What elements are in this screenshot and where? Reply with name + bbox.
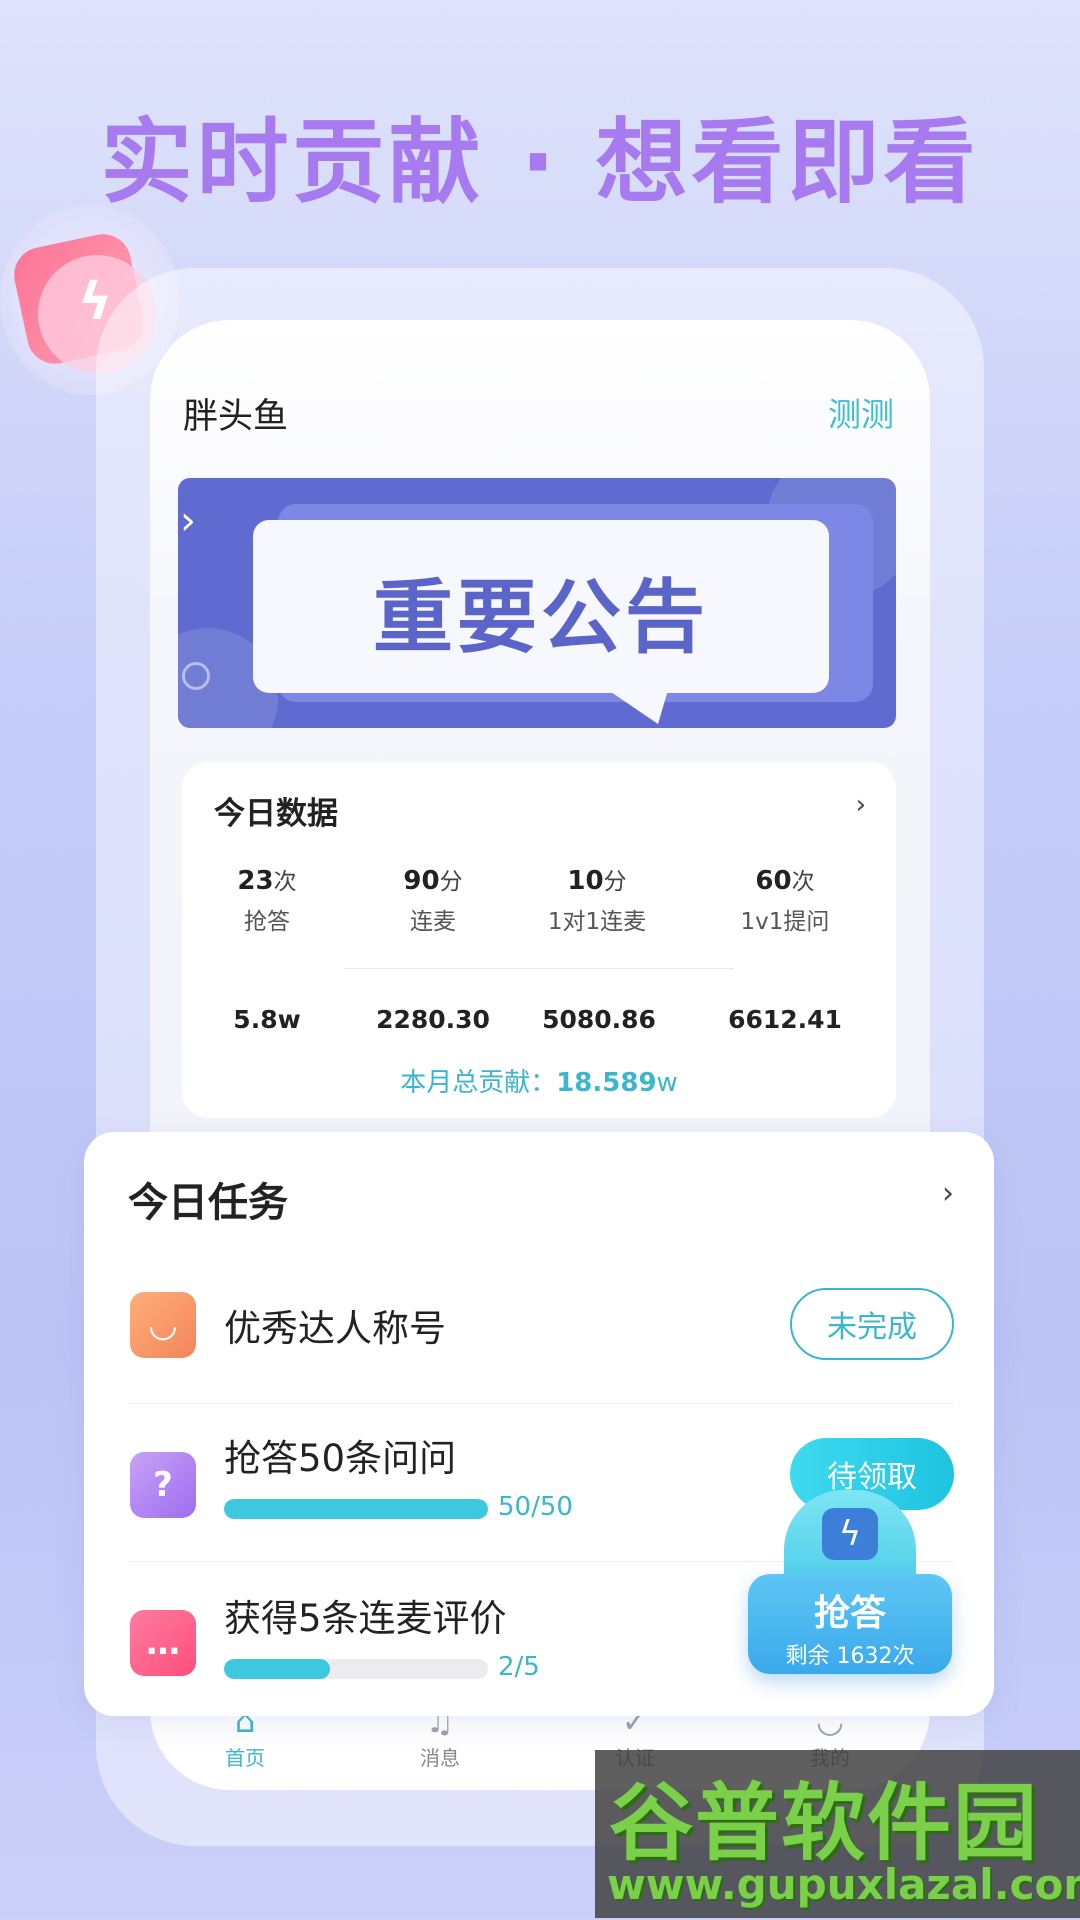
- task-row: ◡ 优秀达人称号 未完成: [128, 1246, 954, 1404]
- chevron-right-icon: ›: [180, 498, 196, 544]
- stat-item: 60次 1v1提问: [700, 862, 870, 936]
- fab-base: 抢答 剩余 1632次: [748, 1574, 952, 1674]
- stat-label: 抢答: [244, 909, 290, 935]
- tab-label: 首页: [225, 1746, 265, 1770]
- stat-label: 连麦: [410, 909, 456, 935]
- chevron-right-icon[interactable]: ›: [856, 790, 866, 820]
- task-progress-bar: [224, 1659, 488, 1679]
- stat-item: 10分 1对1连麦: [512, 862, 682, 936]
- task-name: 优秀达人称号: [224, 1307, 446, 1350]
- today-data-card[interactable]: 今日数据 › 23次 抢答 90分 连麦 10分 1对1连麦 60次 1v1提问…: [182, 762, 896, 1118]
- stat-label: 1v1提问: [740, 909, 830, 935]
- watermark-title: 谷普软件园: [609, 1774, 1040, 1872]
- test-link[interactable]: 测测: [828, 388, 894, 436]
- chevron-right-icon[interactable]: ›: [942, 1176, 954, 1211]
- tab-label: 消息: [420, 1746, 460, 1770]
- ring-decoration: [182, 662, 210, 690]
- amount-value: 2280.30: [376, 1005, 490, 1034]
- speech-tail: [608, 690, 668, 724]
- stat-unit: 分: [603, 869, 627, 895]
- watermark-logo: 谷普软件园 www.gupuxlazal.com: [595, 1750, 1080, 1918]
- monthly-total-value: 18.589: [556, 1068, 657, 1098]
- page-title: 胖头鱼: [183, 397, 289, 437]
- progress-fill: [224, 1659, 330, 1679]
- stat-value: 23: [237, 866, 274, 896]
- stat-unit: 次: [791, 869, 815, 895]
- amount-value: 5080.86: [542, 1005, 656, 1034]
- monthly-total-label: 本月总贡献：: [400, 1068, 557, 1098]
- today-tasks-title: 今日任务: [128, 1180, 288, 1226]
- task-progress-text: 50/50: [498, 1492, 573, 1522]
- fab-remaining: 剩余 1632次: [785, 1644, 915, 1669]
- task-name: 抢答50条问问: [224, 1437, 457, 1480]
- stat-value: 10: [567, 866, 604, 896]
- diamond-icon: ◡: [130, 1292, 196, 1358]
- stat-value: 60: [755, 866, 792, 896]
- stat-label: 1对1连麦: [547, 909, 647, 935]
- divider: [344, 968, 734, 969]
- lightning-icon: ϟ: [822, 1508, 878, 1560]
- stat-unit: 分: [439, 869, 463, 895]
- task-progress-bar: [224, 1499, 488, 1519]
- progress-fill: [224, 1499, 488, 1519]
- chat-bubble-icon: …: [130, 1610, 196, 1676]
- announcement-banner[interactable]: 重要公告 ›: [178, 478, 896, 728]
- quick-answer-button[interactable]: ϟ 抢答 剩余 1632次: [748, 1490, 952, 1675]
- task-name: 获得5条连麦评价: [224, 1597, 507, 1640]
- amount-value: 5.8w: [233, 1005, 301, 1034]
- stat-item: 90分 连麦: [348, 862, 518, 936]
- monthly-total-unit: w: [656, 1068, 678, 1098]
- task-progress-text: 2/5: [498, 1652, 540, 1682]
- monthly-total: 本月总贡献：18.589w: [182, 1062, 896, 1099]
- stat-item: 23次 抢答: [182, 862, 352, 936]
- incomplete-button[interactable]: 未完成: [790, 1288, 954, 1360]
- banner-text: 重要公告: [373, 571, 709, 664]
- today-data-title: 今日数据: [214, 796, 338, 832]
- stat-value: 90: [403, 866, 440, 896]
- amount-value: 6612.41: [728, 1005, 842, 1034]
- stat-unit: 次: [273, 869, 297, 895]
- watermark-url: www.gupuxlazal.com: [607, 1860, 1080, 1909]
- promo-headline: 实时贡献 · 想看即看: [100, 109, 980, 216]
- fab-label: 抢答: [813, 1593, 886, 1634]
- question-icon: ?: [130, 1452, 196, 1518]
